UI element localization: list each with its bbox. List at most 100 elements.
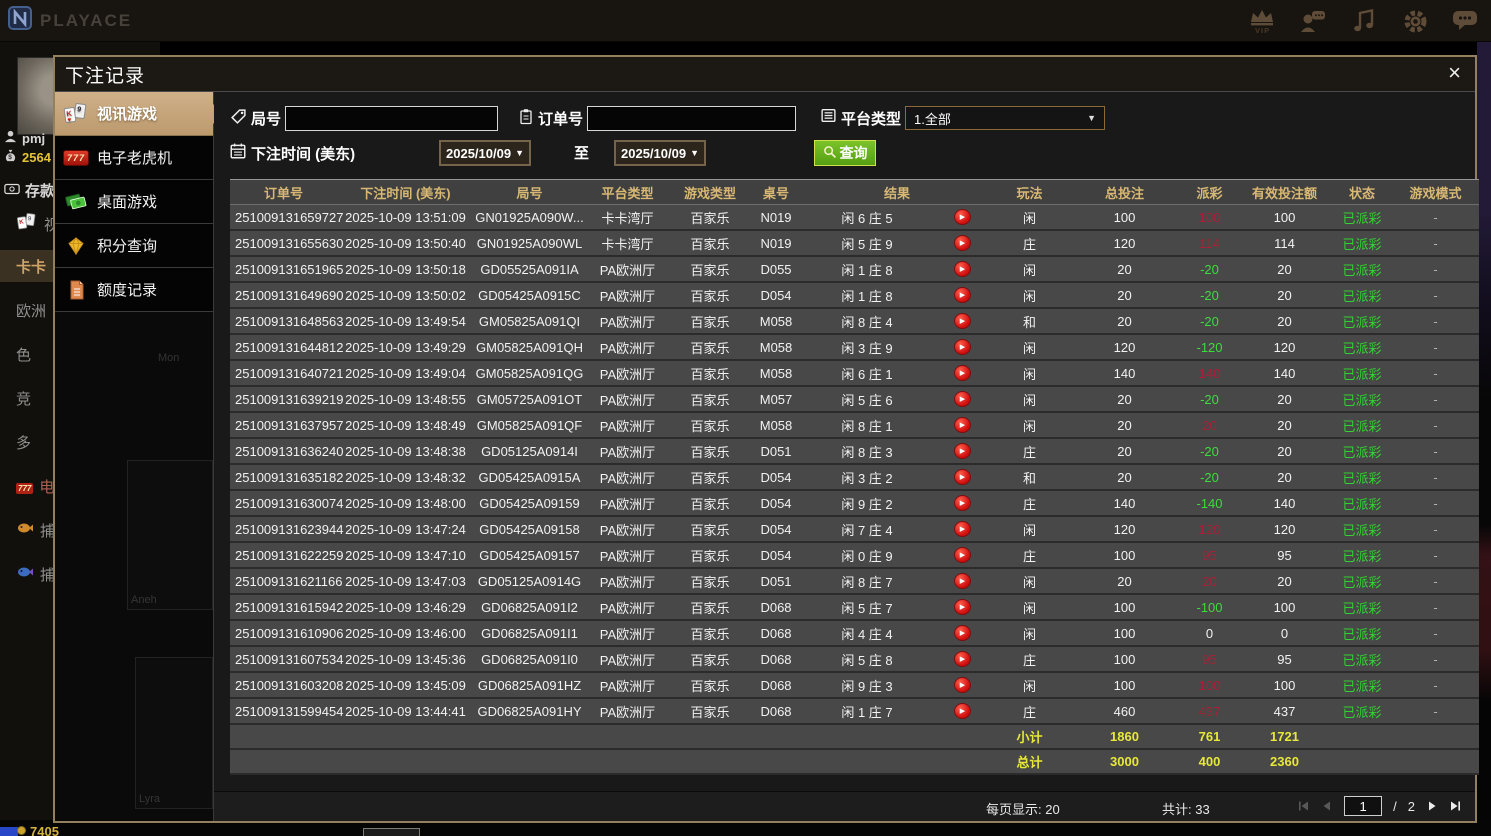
page-number-input[interactable]: [1344, 796, 1383, 816]
play-button[interactable]: ▶: [953, 313, 971, 329]
menu-item-label: 电子老虎机: [97, 150, 173, 167]
settings-icon[interactable]: [1400, 6, 1430, 36]
play-button[interactable]: ▶: [953, 261, 971, 277]
username-row: pmj: [4, 130, 45, 146]
cell-table: M058: [759, 313, 793, 329]
play-icon: ▶: [959, 604, 966, 611]
clipboard-icon: [518, 108, 534, 130]
next-page-icon[interactable]: [1426, 800, 1438, 812]
cell-valid-bet: 100: [1273, 209, 1296, 225]
play-button[interactable]: ▶: [953, 391, 971, 407]
cell-replay: ▶: [932, 517, 992, 541]
cell-round: GD05425A09159: [479, 495, 580, 511]
date-from-picker[interactable]: 2025/10/09 ▼: [439, 140, 531, 166]
cell-time: 2025-10-09 13:44:41: [345, 703, 466, 719]
play-button[interactable]: ▶: [953, 469, 971, 485]
vip-icon[interactable]: VIP: [1247, 6, 1277, 36]
cell-game-mode: -: [1433, 495, 1438, 511]
grand-total-label: 总计: [1016, 755, 1043, 770]
support-icon[interactable]: [1298, 6, 1328, 36]
date-to-picker[interactable]: 2025/10/09 ▼: [614, 140, 706, 166]
play-button[interactable]: ▶: [953, 651, 971, 667]
cell-total-bet: 100: [1113, 677, 1136, 693]
play-button[interactable]: ▶: [953, 365, 971, 381]
cell-table: D054: [760, 469, 792, 485]
cell-order: 251009131599454: [235, 703, 344, 719]
play-button[interactable]: ▶: [953, 495, 971, 511]
play-button[interactable]: ▶: [953, 339, 971, 355]
play-button[interactable]: ▶: [953, 677, 971, 693]
cell-result: 闲 8 庄 3: [841, 444, 893, 460]
cell-platform: PA欧洲厅: [599, 444, 656, 460]
cell-status: 已派彩: [1342, 444, 1382, 460]
close-icon[interactable]: ×: [1448, 60, 1461, 86]
play-button[interactable]: ▶: [953, 521, 971, 537]
cell-table: D068: [760, 599, 792, 615]
platform-select[interactable]: 1.全部 ▼: [905, 106, 1106, 130]
play-button[interactable]: ▶: [953, 625, 971, 641]
cell-bet-type: 闲: [1022, 678, 1036, 694]
column-header: 游戏模式: [1409, 185, 1462, 201]
cell-platform: PA欧洲厅: [599, 262, 656, 278]
cell-round: GM05725A091OT: [476, 391, 583, 407]
cell-round: GD06825A091I0: [481, 651, 578, 667]
cell-order: 251009131607534: [235, 651, 344, 667]
date-to-value: 2025/10/09: [621, 145, 687, 161]
menu-item-4[interactable]: 额度记录: [55, 268, 213, 312]
play-button[interactable]: ▶: [953, 443, 971, 459]
round-filter-label: 局号: [251, 111, 282, 128]
cell-platform: PA欧洲厅: [599, 288, 656, 304]
cell-game-mode: -: [1433, 443, 1438, 459]
deposit-icon: [4, 182, 20, 199]
play-button[interactable]: ▶: [953, 287, 971, 303]
cell-table: M058: [759, 417, 793, 433]
order-input[interactable]: [587, 106, 797, 131]
cell-table: D054: [760, 287, 792, 303]
cell-game-mode: -: [1433, 235, 1438, 251]
menu-item-0[interactable]: 9 K ♥ 视讯游戏: [55, 92, 223, 136]
prev-page-icon[interactable]: [1321, 800, 1333, 812]
cell-game-mode: -: [1433, 651, 1438, 667]
menu-item-1[interactable]: 777 电子老虎机: [55, 136, 213, 180]
cell-order: 251009131630074: [235, 495, 344, 511]
first-page-icon[interactable]: [1298, 800, 1310, 812]
cell-status: 已派彩: [1342, 392, 1382, 408]
deposit-row[interactable]: 存款: [4, 180, 55, 201]
menu-item-2[interactable]: 桌面游戏: [55, 180, 213, 224]
table-header-row: 订单号 下注时间 (美东) 局号 平台类型 游戏类型 桌号 结果 玩法 总投注 派彩 有效投注额 状态…: [230, 179, 1479, 205]
cell-replay: ▶: [932, 413, 992, 437]
table-row: 251009131623944 2025-10-09 13:47:24 GD0542…: [230, 517, 1479, 543]
menu-item-3[interactable]: 积分查询: [55, 224, 213, 268]
cell-valid-bet: 20: [1277, 469, 1292, 485]
cell-game: 百家乐: [690, 600, 730, 616]
cell-time: 2025-10-09 13:48:00: [345, 495, 466, 511]
round-input[interactable]: [285, 106, 499, 131]
search-button[interactable]: 查询: [814, 140, 876, 166]
last-page-icon[interactable]: [1449, 800, 1461, 812]
play-button[interactable]: ▶: [953, 235, 971, 251]
play-button[interactable]: ▶: [953, 417, 971, 433]
cell-table: M057: [759, 391, 793, 407]
search-icon: [823, 145, 837, 162]
music-icon[interactable]: [1349, 6, 1379, 36]
cell-order: 251009131640721: [235, 365, 344, 381]
play-button[interactable]: ▶: [953, 599, 971, 615]
cell-platform: PA欧洲厅: [599, 418, 656, 434]
cell-game: 百家乐: [690, 574, 730, 590]
cell-payout: 437: [1198, 703, 1221, 719]
chat-icon[interactable]: [1451, 6, 1481, 36]
cell-round: GM05825A091QH: [476, 339, 583, 355]
cell-replay: ▶: [932, 257, 992, 281]
cell-game: 百家乐: [690, 340, 730, 356]
grand-total-valid-bet: 2360: [1270, 754, 1299, 769]
play-button[interactable]: ▶: [953, 573, 971, 589]
cell-valid-bet: 140: [1273, 495, 1296, 511]
cell-table: D051: [760, 573, 792, 589]
play-button[interactable]: ▶: [953, 209, 971, 225]
play-button[interactable]: ▶: [953, 703, 971, 719]
cell-platform: PA欧洲厅: [599, 522, 656, 538]
play-button[interactable]: ▶: [953, 547, 971, 563]
cell-result: 闲 3 庄 9: [841, 340, 893, 356]
cell-round: GD05125A0914G: [477, 573, 582, 589]
balance-value: 2564: [22, 149, 51, 165]
